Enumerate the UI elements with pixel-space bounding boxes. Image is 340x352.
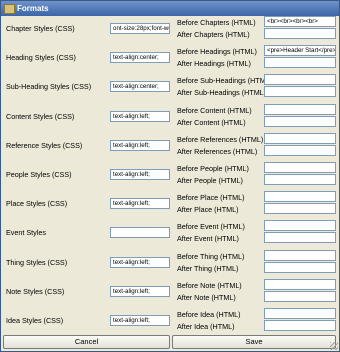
after-field-heading[interactable] [264,57,336,69]
before-field-reference[interactable] [264,132,336,144]
format-row-event: Event Styles Before Event (HTML) After Eve… [2,220,338,250]
before-field-heading[interactable]: <pre>Header Start</pre> [264,45,336,57]
after-field-thing[interactable] [264,261,336,273]
cancel-button[interactable]: Cancel [3,335,170,349]
format-row-sub-heading: Sub-Heading Styles (CSS) text-align:cente… [2,74,338,104]
css-field-thing[interactable]: text-align:left; [110,256,170,268]
formats-window: Formats Chapter Styles (CSS) ont-size:28p… [0,0,340,352]
after-field-reference[interactable] [264,144,336,156]
css-field-heading[interactable]: text-align:center; [110,52,170,64]
before-label: Before Thing (HTML) [177,251,245,261]
before-field-idea[interactable] [264,308,336,319]
after-field-note[interactable] [264,290,336,302]
css-label: Content Styles (CSS) [6,111,75,121]
after-field-sub-heading[interactable] [264,86,336,98]
before-field-people[interactable] [264,162,336,173]
after-label: After Idea (HTML) [177,322,235,331]
after-field-content[interactable] [264,115,336,127]
css-field-place[interactable]: text-align:left; [110,198,170,210]
before-field-chapter[interactable]: <br><br><br><br> [264,16,336,27]
before-label: Before Idea (HTML) [177,310,241,319]
before-label: Before Content (HTML) [177,105,252,115]
after-label: After Note (HTML) [177,292,236,302]
format-row-people: People Styles (CSS) text-align:left; Befor… [2,162,338,192]
after-label: After People (HTML) [177,176,243,185]
format-row-heading: Heading Styles (CSS) text-align:center; Be… [2,45,338,75]
formats-form: Chapter Styles (CSS) ont-size:28px;font-w… [2,16,338,351]
format-row-chapter: Chapter Styles (CSS) ont-size:28px;font-w… [2,16,338,46]
before-label: Before Headings (HTML) [177,47,257,57]
format-row-place: Place Styles (CSS) text-align:left; Before… [2,191,338,221]
format-row-reference: Reference Styles (CSS) text-align:left; Be… [2,132,338,163]
before-label: Before Place (HTML) [177,193,245,203]
after-field-chapter[interactable] [264,28,336,39]
css-label: People Styles (CSS) [6,170,72,179]
before-field-event[interactable] [264,220,336,232]
css-field-sub-heading[interactable]: text-align:center; [110,81,170,93]
before-field-sub-heading[interactable] [264,74,336,86]
after-label: After Chapters (HTML) [177,30,250,39]
after-label: After Sub-Headings (HTML) [177,88,267,98]
title-bar[interactable]: Formats [1,1,339,16]
before-label: Before References (HTML) [177,134,264,144]
css-label: Event Styles [6,228,46,238]
before-field-thing[interactable] [264,249,336,261]
css-field-content[interactable]: text-align:left; [110,110,170,122]
before-field-note[interactable] [264,278,336,290]
before-label: Before Event (HTML) [177,222,245,232]
after-field-event[interactable] [264,232,336,244]
format-row-thing: Thing Styles (CSS) text-align:left; Before… [2,249,338,280]
before-label: Before Sub-Headings (HTML) [177,76,273,86]
css-field-chapter[interactable]: ont-size:28px;font-weight:bold; [110,23,170,34]
resize-grip[interactable] [330,342,338,350]
format-row-note: Note Styles (CSS) text-align:left; Before … [2,278,338,309]
after-field-people[interactable] [264,174,336,185]
css-label: Reference Styles (CSS) [6,140,83,150]
window-title: Formats [17,4,49,13]
css-label: Note Styles (CSS) [6,286,65,296]
css-field-people[interactable]: text-align:left; [110,169,170,180]
before-field-content[interactable] [264,103,336,115]
before-field-place[interactable] [264,191,336,203]
css-field-note[interactable]: text-align:left; [110,285,170,297]
before-label: Before Note (HTML) [177,280,242,290]
after-label: After Content (HTML) [177,117,246,127]
css-field-event[interactable] [110,227,170,239]
after-field-place[interactable] [264,203,336,215]
css-label: Sub-Heading Styles (CSS) [6,82,92,92]
before-label: Before Chapters (HTML) [177,18,256,27]
css-field-reference[interactable]: text-align:left; [110,139,170,151]
css-label: Chapter Styles (CSS) [6,24,75,33]
format-row-content: Content Styles (CSS) text-align:left; Befo… [2,103,338,134]
css-label: Idea Styles (CSS) [6,316,64,325]
before-label: Before People (HTML) [177,164,249,173]
format-row-idea: Idea Styles (CSS) text-align:left; Before … [2,308,338,338]
save-button[interactable]: Save [172,335,336,349]
after-label: After References (HTML) [177,146,258,156]
after-label: After Thing (HTML) [177,263,239,273]
css-label: Heading Styles (CSS) [6,53,76,63]
after-label: After Headings (HTML) [177,59,251,69]
after-field-idea[interactable] [264,320,336,331]
css-field-idea[interactable]: text-align:left; [110,315,170,326]
css-label: Place Styles (CSS) [6,199,68,209]
css-label: Thing Styles (CSS) [6,257,68,267]
app-icon [4,4,15,14]
after-label: After Place (HTML) [177,205,239,215]
after-label: After Event (HTML) [177,234,239,244]
